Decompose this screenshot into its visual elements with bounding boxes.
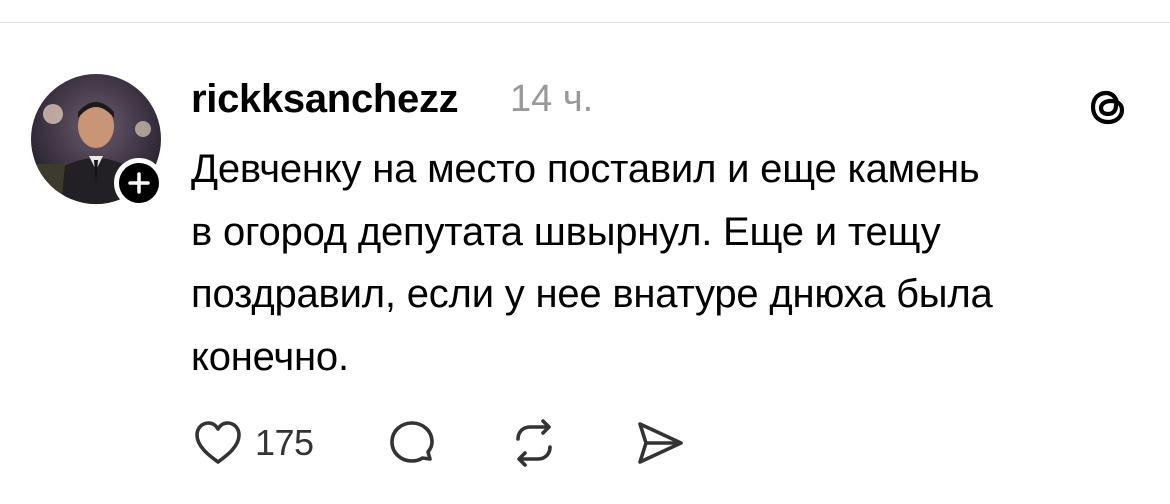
post-body-text: Девченку на место поставил и еще камень …: [191, 147, 993, 379]
threads-logo-icon[interactable]: [1084, 82, 1134, 132]
like-button[interactable]: 175: [191, 416, 314, 470]
post-timestamp: 14 ч.: [510, 78, 594, 120]
comment-bubble-icon: [389, 421, 434, 463]
heart-icon: [195, 421, 241, 464]
username-link[interactable]: rickksanchezz: [191, 75, 459, 123]
avatar-container[interactable]: [31, 74, 164, 208]
repost-arrows-icon: [515, 419, 552, 467]
like-count: 175: [255, 422, 314, 463]
comment-button[interactable]: [384, 415, 440, 471]
repost-button[interactable]: [506, 415, 562, 471]
action-bar: 175: [191, 414, 688, 472]
top-divider: [0, 22, 1170, 23]
plus-icon: [128, 172, 150, 194]
share-button[interactable]: [632, 415, 688, 471]
follow-button[interactable]: [114, 158, 164, 208]
send-icon: [637, 422, 683, 464]
